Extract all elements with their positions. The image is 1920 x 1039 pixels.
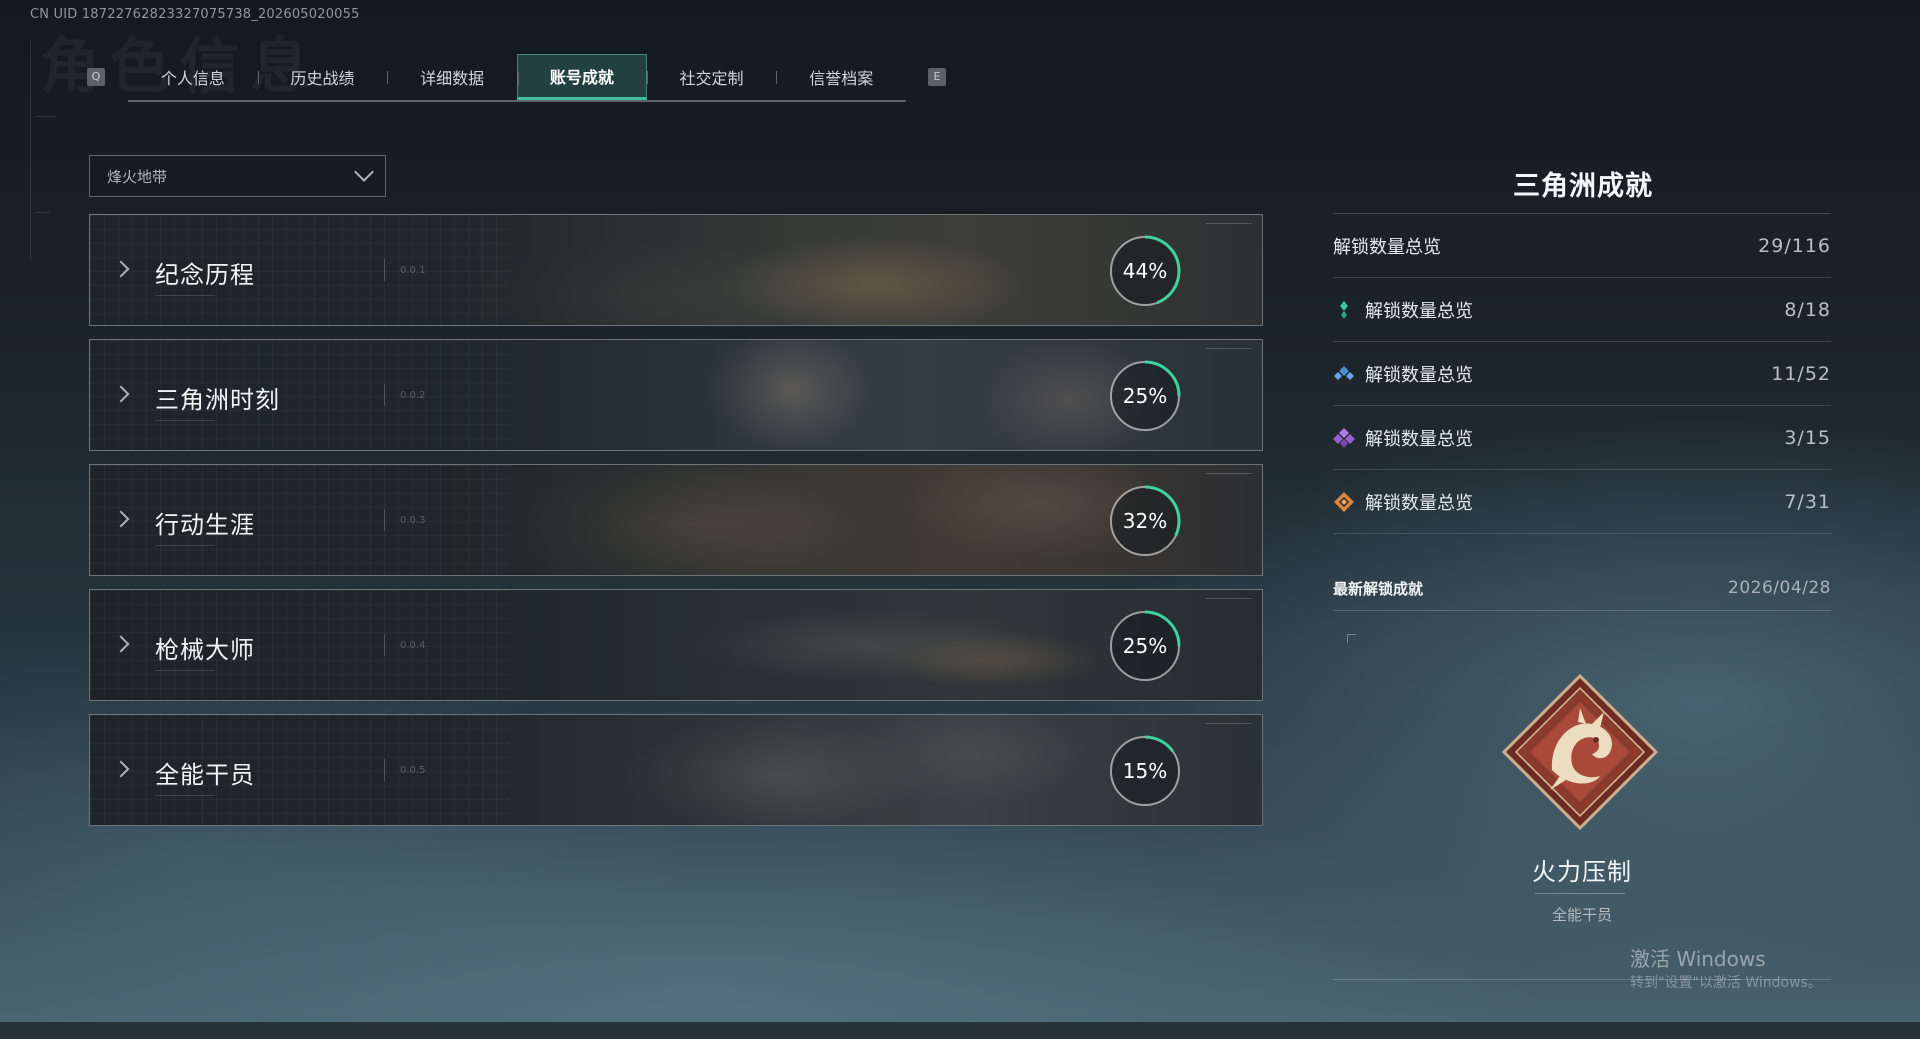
blue-gem-icon — [1334, 365, 1354, 380]
tab-detailed-stats[interactable]: 详细数据 — [387, 54, 517, 100]
category-index: 0.0.3 — [400, 515, 426, 526]
category-card-all-round-operator[interactable]: 全能干员 0.0.5 15% — [89, 714, 1263, 826]
progress-percent: 25% — [1122, 384, 1168, 408]
bottom-strip — [0, 1022, 1920, 1039]
deco-line — [36, 116, 56, 117]
label-underline — [155, 795, 215, 796]
tab-achievements[interactable]: 账号成就 — [517, 54, 647, 100]
hud-decoration — [1206, 223, 1252, 242]
summary-title: 三角洲成就 — [1513, 171, 1653, 202]
tab-credit-record[interactable]: 信誉档案 — [776, 54, 906, 100]
card-grid — [90, 465, 510, 575]
summary-tier-label: 解锁数量总览 — [1365, 300, 1473, 322]
summary-tier-label: 解锁数量总览 — [1365, 364, 1473, 386]
card-grid — [90, 340, 510, 450]
deco-line — [36, 212, 50, 213]
windows-activation-hint: 转到"设置"以激活 Windows。 — [1630, 975, 1822, 991]
tab-next-key[interactable]: E — [928, 68, 946, 86]
label-underline — [155, 295, 215, 296]
latest-divider — [1333, 610, 1831, 611]
orange-gem-icon — [1334, 491, 1354, 512]
category-card-memorial[interactable]: 纪念历程 0.0.1 44% — [89, 214, 1263, 326]
summary-tier-value: 11/52 — [1771, 362, 1831, 385]
progress-percent: 25% — [1122, 634, 1168, 658]
category-index: 0.0.1 — [400, 265, 426, 276]
progress-percent: 32% — [1122, 509, 1168, 533]
label-underline — [155, 545, 215, 546]
achievement-name-underline — [1535, 893, 1625, 894]
summary-tier-value: 8/18 — [1784, 298, 1831, 321]
category-index: 0.0.5 — [400, 765, 426, 776]
green-gem-icon — [1340, 300, 1348, 319]
dragon-badge-icon[interactable] — [1500, 672, 1660, 832]
progress-percent: 44% — [1122, 259, 1168, 283]
card-grid — [90, 715, 510, 825]
summary-tier-row: 解锁数量总览 3/15 — [1333, 406, 1831, 470]
hud-decoration — [1206, 723, 1252, 742]
summary-total-label: 解锁数量总览 — [1333, 236, 1441, 258]
tab-social-custom[interactable]: 社交定制 — [646, 54, 777, 100]
mode-select-value: 烽火地带 — [107, 167, 168, 186]
achievement-name: 火力压制 — [1532, 858, 1632, 886]
summary-total-row: 解锁数量总览 29/116 — [1333, 214, 1831, 278]
corner-bracket — [1347, 634, 1356, 643]
category-label: 全能干员 — [155, 761, 255, 789]
deco-line — [30, 40, 31, 260]
divider — [384, 384, 385, 406]
hud-decoration — [1206, 473, 1252, 492]
divider — [384, 634, 385, 656]
tab-personal-info[interactable]: 个人信息 — [128, 54, 258, 100]
category-card-delta-moments[interactable]: 三角洲时刻 0.0.2 25% — [89, 339, 1263, 451]
purple-gem-icon — [1333, 427, 1355, 448]
summary-tier-label: 解锁数量总览 — [1365, 492, 1473, 514]
category-card-weapon-master[interactable]: 枪械大师 0.0.4 25% — [89, 589, 1263, 701]
latest-unlock-title: 最新解锁成就 — [1333, 580, 1424, 598]
divider — [384, 509, 385, 531]
hud-decoration — [1206, 348, 1252, 367]
progress-percent: 15% — [1122, 759, 1168, 783]
achievement-category: 全能干员 — [1551, 906, 1612, 924]
mode-select[interactable]: 烽火地带 — [89, 155, 386, 197]
tab-prev-key[interactable]: Q — [87, 68, 105, 86]
tab-match-history[interactable]: 历史战绩 — [257, 54, 388, 100]
summary-tier-value: 3/15 — [1784, 426, 1831, 449]
summary-tier-row: 解锁数量总览 8/18 — [1333, 278, 1831, 342]
category-list: 纪念历程 0.0.1 44% 三角洲时刻 0.0.2 25% 行动生涯 0.0.… — [89, 214, 1263, 839]
windows-activation-watermark: 激活 Windows — [1630, 947, 1766, 971]
latest-unlock-header: 最新解锁成就 2026/04/28 — [1333, 578, 1831, 599]
summary-tier-value: 7/31 — [1784, 490, 1831, 513]
latest-unlock-date: 2026/04/28 — [1728, 578, 1831, 598]
category-label: 三角洲时刻 — [155, 386, 280, 414]
category-label: 纪念历程 — [155, 261, 255, 289]
divider — [384, 759, 385, 781]
label-underline — [155, 420, 215, 421]
summary-tier-row: 解锁数量总览 11/52 — [1333, 342, 1831, 406]
label-underline — [155, 670, 215, 671]
chevron-down-icon — [354, 162, 374, 182]
category-label: 行动生涯 — [155, 511, 255, 539]
card-grid — [90, 590, 510, 700]
summary-tier-row: 解锁数量总览 7/31 — [1333, 470, 1831, 534]
category-label: 枪械大师 — [155, 636, 255, 664]
card-grid — [90, 215, 510, 325]
category-card-career[interactable]: 行动生涯 0.0.3 32% — [89, 464, 1263, 576]
summary-total-value: 29/116 — [1758, 234, 1831, 257]
category-index: 0.0.4 — [400, 640, 426, 651]
divider — [384, 259, 385, 281]
tab-bar: 个人信息 历史战绩 详细数据 账号成就 社交定制 信誉档案 — [128, 54, 906, 102]
summary-tier-label: 解锁数量总览 — [1365, 428, 1473, 450]
hud-decoration — [1206, 598, 1252, 617]
category-index: 0.0.2 — [400, 390, 426, 401]
